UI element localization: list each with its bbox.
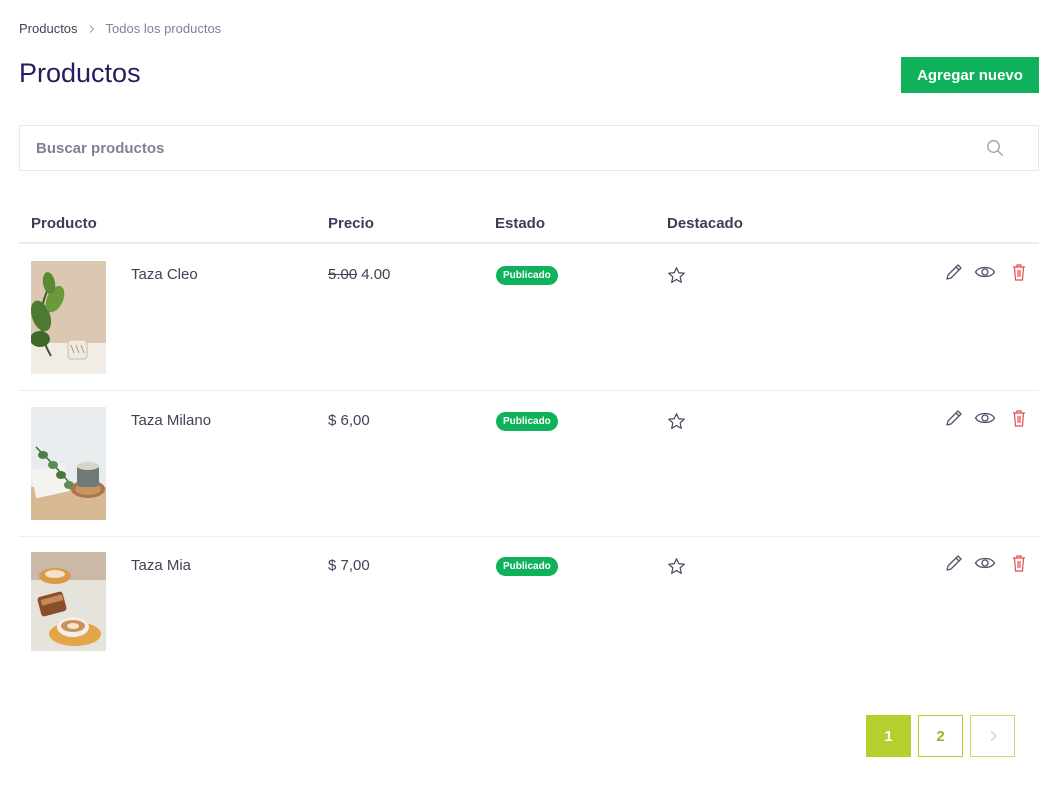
trash-icon[interactable] — [1009, 262, 1029, 282]
star-icon[interactable] — [667, 266, 686, 285]
page-title: Productos — [19, 58, 141, 88]
search-bar — [19, 125, 1039, 171]
breadcrumb: Productos Todos los productos — [19, 21, 221, 36]
breadcrumb-productos-link[interactable]: Productos — [19, 21, 78, 36]
pencil-icon[interactable] — [944, 408, 964, 428]
product-name[interactable]: Taza Milano — [131, 412, 211, 429]
column-header-precio: Precio — [328, 215, 374, 232]
pagination: 1 2 — [866, 715, 1015, 757]
product-thumbnail[interactable] — [31, 407, 106, 520]
eye-icon[interactable] — [974, 553, 996, 573]
product-name[interactable]: Taza Mia — [131, 557, 191, 574]
add-new-button[interactable]: Agregar nuevo — [901, 57, 1039, 93]
breadcrumb-current: Todos los productos — [105, 21, 222, 36]
chevron-right-icon — [89, 24, 94, 33]
star-icon[interactable] — [667, 557, 686, 576]
product-price: $ 7,00 — [328, 557, 370, 574]
status-badge: Publicado — [496, 557, 558, 576]
trash-icon[interactable] — [1009, 553, 1029, 573]
star-icon[interactable] — [667, 412, 686, 431]
product-name[interactable]: Taza Cleo — [131, 266, 198, 283]
status-badge: Publicado — [496, 266, 558, 285]
search-input[interactable] — [20, 126, 920, 170]
page-button-1[interactable]: 1 — [866, 715, 911, 757]
column-header-destacado: Destacado — [667, 215, 743, 232]
eye-icon[interactable] — [974, 262, 996, 282]
current-price: 4.00 — [361, 266, 391, 283]
table-row: Taza Mia $ 7,00 Publicado — [19, 536, 1039, 682]
chevron-right-icon — [990, 730, 997, 742]
product-price: $ 6,00 — [328, 412, 370, 429]
column-header-producto: Producto — [31, 215, 97, 232]
table-row: Taza Cleo 5.00 4.00 Publicado — [19, 245, 1039, 391]
pencil-icon[interactable] — [944, 262, 964, 282]
pencil-icon[interactable] — [944, 553, 964, 573]
trash-icon[interactable] — [1009, 408, 1029, 428]
status-badge: Publicado — [496, 412, 558, 431]
product-price: 5.00 4.00 — [328, 266, 390, 283]
page-button-2[interactable]: 2 — [918, 715, 963, 757]
product-thumbnail[interactable] — [31, 261, 106, 374]
product-thumbnail[interactable] — [31, 552, 106, 665]
old-price: 5.00 — [328, 266, 358, 283]
search-icon[interactable] — [986, 139, 1004, 157]
table-header: Producto Precio Estado Destacado — [19, 206, 1039, 244]
eye-icon[interactable] — [974, 408, 996, 428]
column-header-estado: Estado — [495, 215, 546, 232]
table-row: Taza Milano $ 6,00 Publicado — [19, 391, 1039, 537]
next-page-button[interactable] — [970, 715, 1015, 757]
